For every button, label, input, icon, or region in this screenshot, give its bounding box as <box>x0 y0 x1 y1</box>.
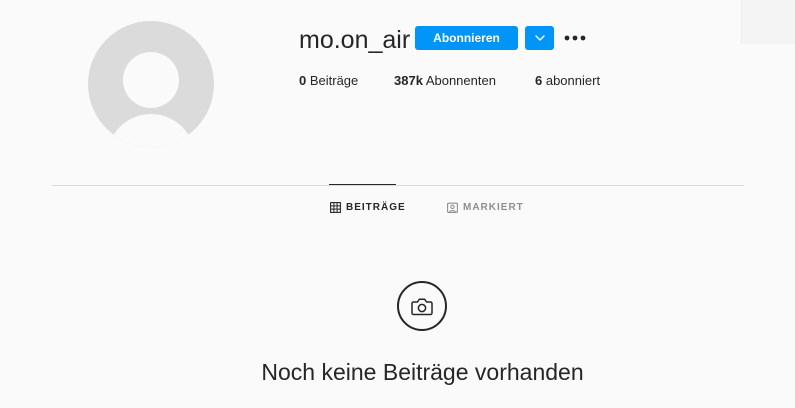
active-tab-indicator <box>329 184 396 185</box>
avatar-placeholder-head <box>123 52 179 108</box>
camera-icon <box>411 298 433 315</box>
grid-icon <box>330 202 341 213</box>
tab-tagged[interactable]: MARKIERT <box>447 202 524 213</box>
ellipsis-icon <box>564 35 586 41</box>
tab-posts-label: BEITRÄGE <box>346 202 406 213</box>
followers-count: 387k <box>394 73 423 88</box>
followers-label: Abonnenten <box>422 73 496 88</box>
tab-posts[interactable]: BEITRÄGE <box>330 202 406 213</box>
tab-tagged-label: MARKIERT <box>463 202 524 213</box>
empty-state-message: Noch keine Beiträge vorhanden <box>261 359 584 385</box>
posts-label: Beiträge <box>306 73 359 88</box>
tagged-icon <box>447 202 458 213</box>
suggestions-dropdown-button[interactable] <box>525 26 554 50</box>
avatar[interactable] <box>88 21 214 147</box>
avatar-placeholder-body <box>107 114 195 147</box>
follow-button[interactable]: Abonnieren <box>415 26 518 50</box>
tabs-divider <box>52 185 744 186</box>
profile-username: mo.on_air <box>299 26 411 54</box>
scrollbar-track[interactable] <box>741 0 795 44</box>
following-label: abonniert <box>542 73 601 88</box>
stat-following[interactable]: 6 abonniert <box>535 73 600 89</box>
empty-state-icon-circle <box>397 281 447 331</box>
chevron-down-icon <box>534 35 545 41</box>
stat-followers[interactable]: 387k Abonnenten <box>394 73 496 89</box>
stat-posts: 0 Beiträge <box>299 73 358 89</box>
more-options-button[interactable] <box>563 27 587 49</box>
